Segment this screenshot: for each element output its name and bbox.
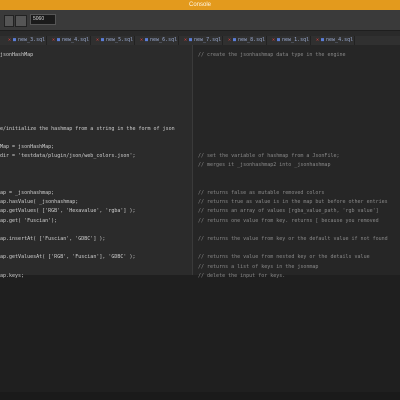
code-line: Map = jsonHashMap;	[0, 143, 400, 151]
code-text: dir = 'testdata/plugin/json/web_colors.j…	[0, 153, 136, 160]
code-text: ap.keys;	[0, 272, 25, 279]
code-text: ap = _jsonhashmap;	[0, 190, 55, 196]
file-icon: ■	[13, 37, 17, 43]
code-comment: // returns one value from key. returns […	[198, 217, 379, 224]
code-comment: // merges it _jsonhashmap2 into _jsonhas…	[198, 162, 331, 169]
file-icon: ■	[145, 37, 149, 43]
file-icon: ■	[233, 37, 237, 43]
code-line: jsonHashMap // create the jsonhashmap dat…	[0, 51, 400, 59]
tab-2[interactable]: ✕ ■ new_4.sql	[50, 36, 91, 45]
toolbar	[0, 10, 400, 31]
code-comment: // set the variable of hashmap from a Js…	[198, 153, 340, 160]
tab-label: new_7.sql	[194, 37, 222, 43]
tab-label: new_8.sql	[238, 37, 266, 43]
close-icon[interactable]: ✕	[52, 37, 55, 43]
code-line: dir = 'testdata/plugin/json/web_colors.j…	[0, 152, 400, 160]
code-line: ap.get( 'Fuscian'); // returns one value …	[0, 217, 400, 225]
port-field[interactable]	[30, 14, 56, 25]
file-icon: ■	[277, 37, 281, 43]
code-text: ap.getValuesAt( ['RGB', 'Fuscian'], 'GDB…	[0, 254, 136, 261]
close-icon[interactable]: ✕	[140, 37, 143, 43]
code-editor[interactable]: jsonHashMap // create the jsonhashmap dat…	[0, 45, 400, 400]
code-line: ap.getValues( ['RGB', 'Hexavalue', 'rgba…	[0, 207, 400, 215]
code-comment: // returns the value from nested key or …	[198, 254, 370, 261]
status-bar	[0, 392, 400, 400]
tab-label: new_4.sql	[62, 37, 90, 43]
close-icon[interactable]: ✕	[272, 37, 275, 43]
close-icon[interactable]: ✕	[316, 37, 319, 43]
code-text: ap.hasValue( _jsonhashmap;	[0, 199, 79, 206]
close-icon[interactable]: ✕	[228, 37, 231, 43]
code-line: ap.insertAt( ['Fuscian', 'GDBC'] ); // re…	[0, 235, 400, 243]
close-icon[interactable]: ✕	[8, 37, 11, 43]
editor-tabs: ✕ ■ new_3.sql ✕ ■ new_4.sql ✕ ■ new_5.sql ✕ ■ new_6…	[0, 36, 400, 45]
tab-label: new_1.sql	[282, 37, 310, 43]
code-text: ap.get( 'Fuscian');	[0, 217, 58, 224]
window-title: Console	[188, 2, 211, 8]
tab-label: new_5.sql	[106, 37, 134, 43]
code-comment: // delete the input for keys.	[198, 272, 286, 279]
code-line: // merges it _jsonhashmap2 into _jsonhas…	[0, 161, 400, 169]
code-text: Map = jsonHashMap;	[0, 144, 55, 150]
file-icon: ■	[189, 37, 193, 43]
code-line: // returns a list of keys in the jsonmap	[0, 263, 400, 271]
code-text: ap.insertAt( ['Fuscian', 'GDBC'] );	[0, 236, 106, 242]
tab-label: new_4.sql	[326, 37, 354, 43]
tab-7[interactable]: ✕ ■ new_1.sql	[270, 36, 311, 45]
run-icon[interactable]	[4, 15, 14, 27]
code-comment: // returns true as value is in the map b…	[198, 199, 388, 206]
tab-5[interactable]: ✕ ■ new_7.sql	[182, 36, 223, 45]
tab-8[interactable]: ✕ ■ new_4.sql	[314, 36, 355, 45]
close-icon[interactable]: ✕	[184, 37, 187, 43]
code-line: e/initialize the hashmap from a string i…	[0, 125, 400, 133]
code-text: e/initialize the hashmap from a string i…	[0, 125, 175, 132]
file-icon: ■	[57, 37, 61, 43]
window-title-bar: Console	[0, 0, 400, 10]
code-comment: // returns an array of values [rgba_valu…	[198, 208, 379, 215]
code-line: ap.getValuesAt( ['RGB', 'Fuscian'], 'GDB…	[0, 253, 400, 261]
tab-1[interactable]: ✕ ■ new_3.sql	[6, 36, 47, 45]
code-comment: // create the jsonhashmap data type in t…	[198, 52, 346, 58]
tab-6[interactable]: ✕ ■ new_8.sql	[226, 36, 267, 45]
tab-4[interactable]: ✕ ■ new_6.sql	[138, 36, 179, 45]
tab-3[interactable]: ✕ ■ new_5.sql	[94, 36, 135, 45]
close-icon[interactable]: ✕	[96, 37, 99, 43]
tab-label: new_3.sql	[18, 37, 46, 43]
code-text: jsonHashMap	[0, 52, 34, 58]
tab-label: new_6.sql	[150, 37, 178, 43]
code-comment: // returns the value from key or the def…	[198, 236, 388, 242]
code-line: ap = _jsonhashmap; // returns false as mu…	[0, 189, 400, 197]
debug-icon[interactable]	[15, 15, 27, 27]
code-comment: // returns false as mutable removed colo…	[198, 190, 325, 196]
output-panel	[0, 275, 400, 400]
file-icon: ■	[321, 37, 325, 43]
code-comment: // returns a list of keys in the jsonmap	[198, 263, 319, 270]
code-line: ap.hasValue( _jsonhashmap; // returns tru…	[0, 198, 400, 206]
file-icon: ■	[101, 37, 105, 43]
code-line: ap.keys; // delete the input for keys.	[0, 272, 400, 280]
code-text: ap.getValues( ['RGB', 'Hexavalue', 'rgba…	[0, 208, 136, 215]
